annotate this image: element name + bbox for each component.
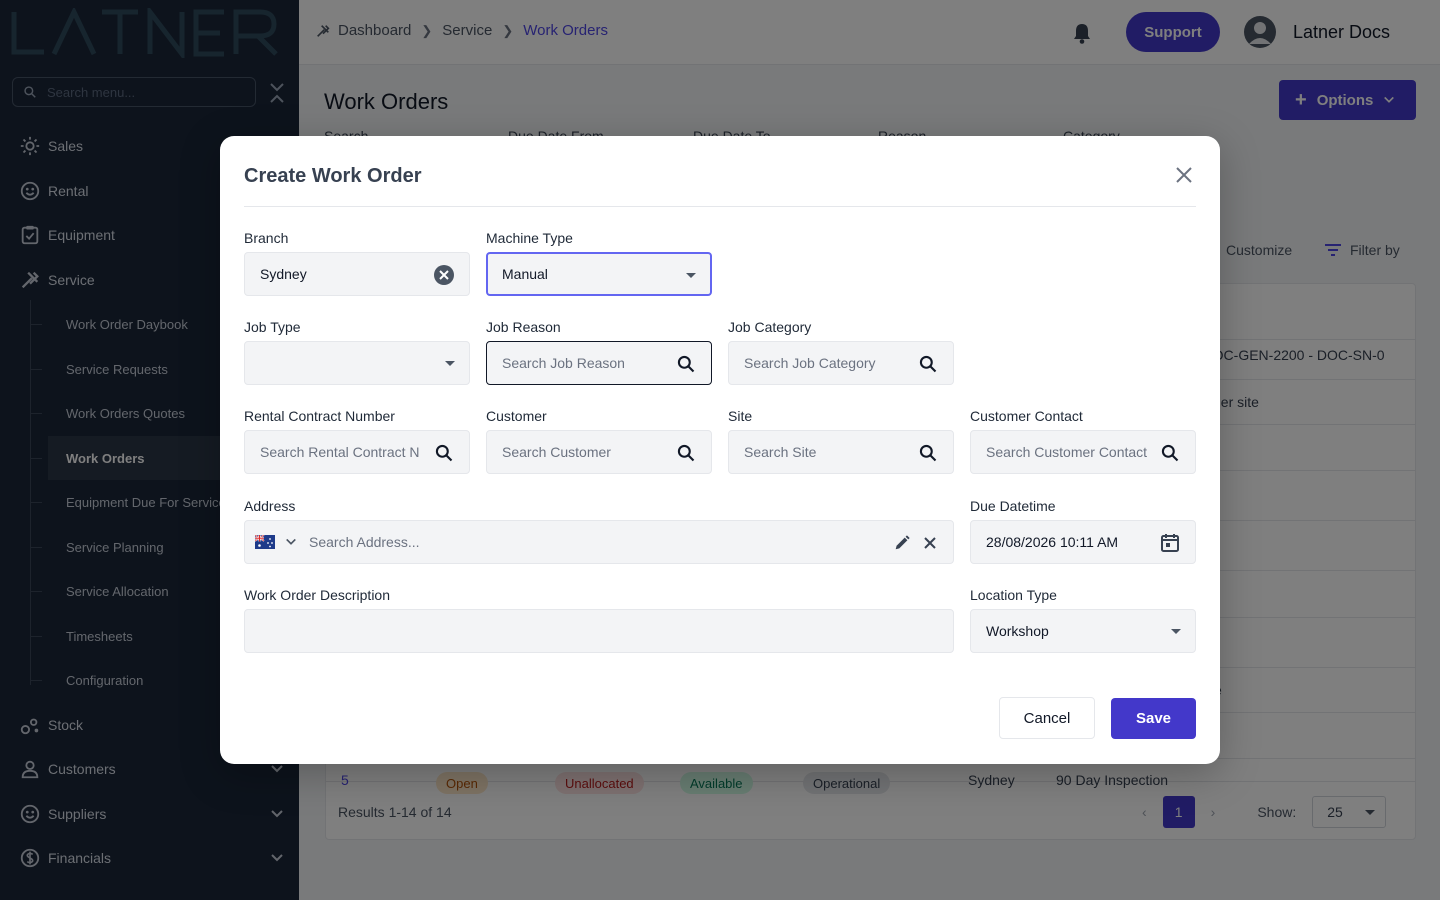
location-type-value: Workshop <box>986 623 1049 639</box>
job-category-placeholder: Search Job Category <box>744 355 876 371</box>
caret-down-icon <box>445 361 455 366</box>
search-icon[interactable] <box>433 442 455 464</box>
customer-contact-placeholder: Search Customer Contact <box>986 444 1148 460</box>
customer-placeholder: Search Customer <box>502 444 611 460</box>
customer-input[interactable]: Search Customer <box>486 430 712 474</box>
address-placeholder: Search Address... <box>309 534 420 550</box>
description-input[interactable] <box>244 609 954 653</box>
search-icon[interactable] <box>917 353 939 375</box>
job-reason-placeholder: Search Job Reason <box>502 355 625 371</box>
close-icon[interactable] <box>1174 165 1194 185</box>
branch-label: Branch <box>244 230 289 246</box>
calendar-icon[interactable] <box>1159 532 1181 554</box>
due-datetime-label: Due Datetime <box>970 498 1056 514</box>
cancel-button[interactable]: Cancel <box>999 697 1095 739</box>
machine-type-value: Manual <box>502 266 548 282</box>
branch-value: Sydney <box>260 266 307 282</box>
australia-flag-icon[interactable] <box>254 534 275 549</box>
branch-field[interactable]: Sydney <box>244 252 470 296</box>
due-datetime-input[interactable]: 28/08/2026 10:11 AM <box>970 520 1196 564</box>
divider <box>244 206 1196 207</box>
job-type-select[interactable] <box>244 341 470 385</box>
location-type-label: Location Type <box>970 587 1057 603</box>
address-label: Address <box>244 498 296 514</box>
job-reason-label: Job Reason <box>486 319 561 335</box>
search-icon[interactable] <box>675 353 697 375</box>
search-icon[interactable] <box>1159 442 1181 464</box>
modal-title: Create Work Order <box>244 165 422 187</box>
machine-type-select[interactable]: Manual <box>486 252 712 296</box>
site-input[interactable]: Search Site <box>728 430 954 474</box>
customer-contact-label: Customer Contact <box>970 408 1083 424</box>
site-label: Site <box>728 408 753 424</box>
clear-icon[interactable] <box>433 264 455 286</box>
customer-contact-input[interactable]: Search Customer Contact <box>970 430 1196 474</box>
caret-down-icon <box>1171 629 1181 634</box>
save-button[interactable]: Save <box>1111 698 1196 739</box>
site-placeholder: Search Site <box>744 444 817 460</box>
caret-down-icon <box>686 273 696 278</box>
job-category-label: Job Category <box>728 319 812 335</box>
description-label: Work Order Description <box>244 587 391 603</box>
customer-label: Customer <box>486 408 547 424</box>
close-icon[interactable] <box>923 536 937 550</box>
job-category-input[interactable]: Search Job Category <box>728 341 954 385</box>
machine-type-label: Machine Type <box>486 230 573 246</box>
pencil-icon[interactable] <box>893 534 911 552</box>
job-type-label: Job Type <box>244 319 301 335</box>
job-reason-input[interactable]: Search Job Reason <box>486 341 712 385</box>
chevron-down-icon[interactable] <box>285 536 297 548</box>
create-work-order-modal: Create Work Order Branch Sydney Machine … <box>220 136 1220 764</box>
search-icon[interactable] <box>675 442 697 464</box>
location-type-select[interactable]: Workshop <box>970 609 1196 653</box>
address-input[interactable]: Search Address... <box>244 520 954 564</box>
rental-contract-placeholder: Search Rental Contract N <box>260 444 420 460</box>
rental-contract-label: Rental Contract Number <box>244 408 395 424</box>
due-datetime-value: 28/08/2026 10:11 AM <box>986 534 1119 550</box>
search-icon[interactable] <box>917 442 939 464</box>
rental-contract-input[interactable]: Search Rental Contract N <box>244 430 470 474</box>
